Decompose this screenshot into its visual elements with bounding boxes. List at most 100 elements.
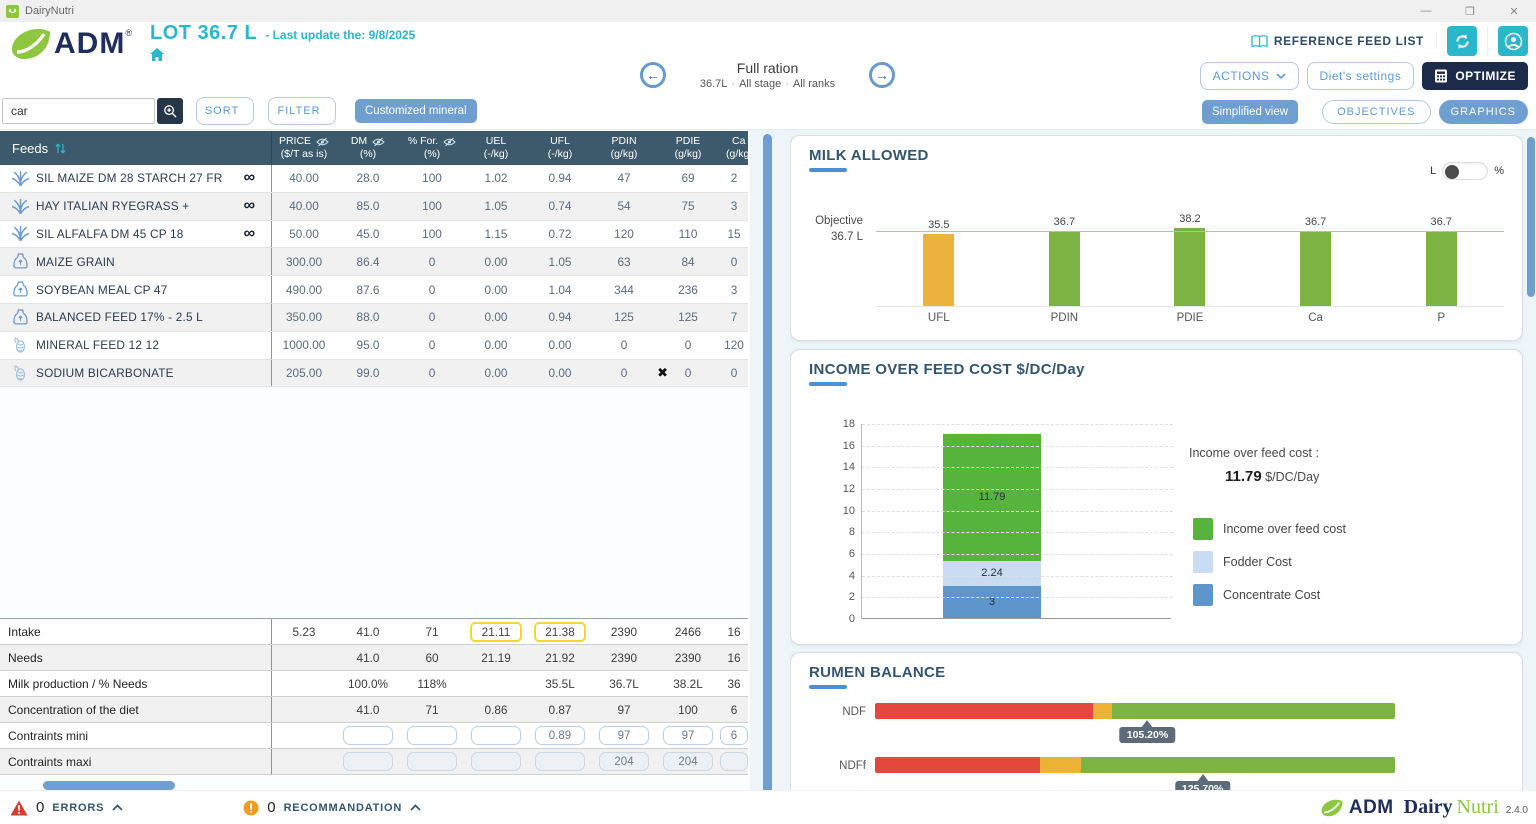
column-header-ca[interactable]: Ca(g/kg) [720,131,748,165]
constraint-input[interactable] [720,752,748,771]
feed-row[interactable]: SIL MAIZE DM 28 STARCH 27 FR∞40.0028.010… [0,165,748,193]
constraint-input[interactable] [471,726,521,745]
recommandation-toggle[interactable]: 0 RECOMMANDATION [243,799,421,816]
graphics-button[interactable]: GRAPHICS [1439,100,1528,124]
gridline [862,576,1173,577]
summary-value-cell: 41.0 [336,703,400,717]
calculator-icon [1434,69,1448,83]
ration-title: Full ration [666,60,869,76]
constraint-input[interactable] [535,752,585,771]
chevron-up-icon [410,804,421,811]
infinity-icon[interactable]: ∞ [244,229,255,239]
panel-scrollbar[interactable] [1527,137,1535,297]
version-number: 2.4.0 [1506,805,1528,816]
column-unit: (%) [360,148,376,161]
horizontal-scrollbar[interactable] [43,781,175,790]
error-warning-icon [10,800,28,816]
actions-dropdown[interactable]: ACTIONS [1200,62,1299,90]
panel-title: INCOME OVER FEED COST $/DC/Day [809,361,1085,378]
constraint-input[interactable] [407,752,457,771]
objectives-button[interactable]: OBJECTIVES [1322,100,1430,124]
constraint-input[interactable]: 204 [599,752,649,771]
close-icon[interactable]: ✕ [1492,0,1536,22]
constraint-input[interactable]: 97 [663,726,713,745]
maximize-icon[interactable]: ❐ [1448,0,1492,22]
feed-row[interactable]: SODIUM BICARBONATE205.0099.000.000.000✖0… [0,360,748,388]
column-header-for[interactable]: % For.(%) [400,131,464,165]
column-header-ufl[interactable]: UFL(-/kg) [528,131,592,165]
feed-value-cell: 0 [400,283,464,297]
highlighted-value: 21.38 [534,622,586,642]
summary-value-cell: 21.38 [528,622,592,642]
summary-value-cell: 71 [400,625,464,639]
column-header-dm[interactable]: DM(%) [336,131,400,165]
refresh-button[interactable] [1447,26,1477,56]
chevron-up-icon [112,804,123,811]
errors-toggle[interactable]: 0 ERRORS [10,799,123,816]
constraint-input[interactable] [343,752,393,771]
bar-segment-concentrate-cost: 3 [943,586,1041,619]
feeds-column-header[interactable]: Feeds [0,131,272,165]
home-icon[interactable] [150,48,164,61]
gridline [862,446,1173,447]
feed-row[interactable]: HAY ITALIAN RYEGRASS +∞40.0085.01001.050… [0,193,748,221]
recommandation-count: 0 [267,799,275,816]
column-title: UFL [550,135,570,148]
column-unit: ($/T as is) [281,148,327,161]
constraint-input[interactable]: 0.89 [535,726,585,745]
feed-value-cell: 0.00 [528,366,592,380]
eye-hidden-icon[interactable] [372,137,385,147]
vertical-scrollbar[interactable] [763,134,772,794]
infinity-icon[interactable]: ∞ [244,173,255,183]
eye-hidden-icon[interactable] [443,137,456,147]
constraint-input[interactable]: 6 [720,726,748,745]
adm-wordmark: ADM [54,24,125,64]
summary-value-cell: 97 [592,726,656,745]
feed-row[interactable]: MAIZE GRAIN300.0086.400.001.0563840 [0,248,748,276]
summary-value-cell: 97 [656,726,720,745]
reference-feed-list-button[interactable]: REFERENCE FEED LIST [1251,34,1437,48]
column-header-price[interactable]: PRICE($/T as is) [272,131,336,165]
constraint-input[interactable] [407,726,457,745]
rumen-label: NDF [801,706,866,718]
feed-row[interactable]: SIL ALFALFA DM 45 CP 18∞50.0045.01001.15… [0,221,748,249]
feed-value-cell: 88.0 [336,310,400,324]
sort-dropdown[interactable]: SORT [196,97,254,125]
previous-ration-button[interactable]: ← [640,62,666,88]
customized-mineral-button[interactable]: Customized mineral [355,99,477,123]
feed-value-cell: 0.00 [464,366,528,380]
optimize-button[interactable]: OPTIMIZE [1422,62,1528,90]
feed-row[interactable]: MINERAL FEED 12 121000.0095.000.000.0000… [0,332,748,360]
summary-value-cell: 6 [720,703,748,717]
feed-value-cell: 7 [720,310,748,324]
minimize-icon[interactable]: — [1404,0,1448,22]
objective-label: Objective 36.7 L [797,214,863,245]
infinity-icon[interactable]: ∞ [244,201,255,211]
feed-value-cell: 28.0 [336,171,400,185]
forage-icon [11,198,30,215]
constraint-input[interactable] [471,752,521,771]
chart-baseline [876,306,1504,307]
column-header-pdin[interactable]: PDIN(g/kg) [592,131,656,165]
feed-row[interactable]: BALANCED FEED 17% - 2.5 L350.0088.000.00… [0,304,748,332]
feed-value-cell: 120 [592,227,656,241]
feed-name: SIL MAIZE DM 28 STARCH 27 FR [36,171,223,185]
y-tick-label: 8 [849,526,855,538]
constraint-input[interactable] [343,726,393,745]
next-ration-button[interactable]: → [869,62,895,88]
column-header-uel[interactable]: UEL(-/kg) [464,131,528,165]
column-header-pdie[interactable]: PDIE(g/kg) [656,131,720,165]
feed-value-cell: 15 [720,227,748,241]
search-button[interactable] [157,98,183,124]
summary-value-cell: 2390 [592,625,656,639]
feed-row[interactable]: SOYBEAN MEAL CP 47490.0087.600.001.04344… [0,276,748,304]
constraint-input[interactable]: 97 [599,726,649,745]
search-input[interactable] [2,98,155,124]
filter-dropdown[interactable]: FILTER [268,97,336,125]
simplified-view-button[interactable]: Simplified view [1202,100,1298,124]
constraint-input[interactable]: 204 [663,752,713,771]
user-account-button[interactable] [1498,26,1528,56]
gridline [862,511,1173,512]
diets-settings-button[interactable]: Diet's settings [1307,62,1415,90]
eye-hidden-icon[interactable] [316,137,329,147]
